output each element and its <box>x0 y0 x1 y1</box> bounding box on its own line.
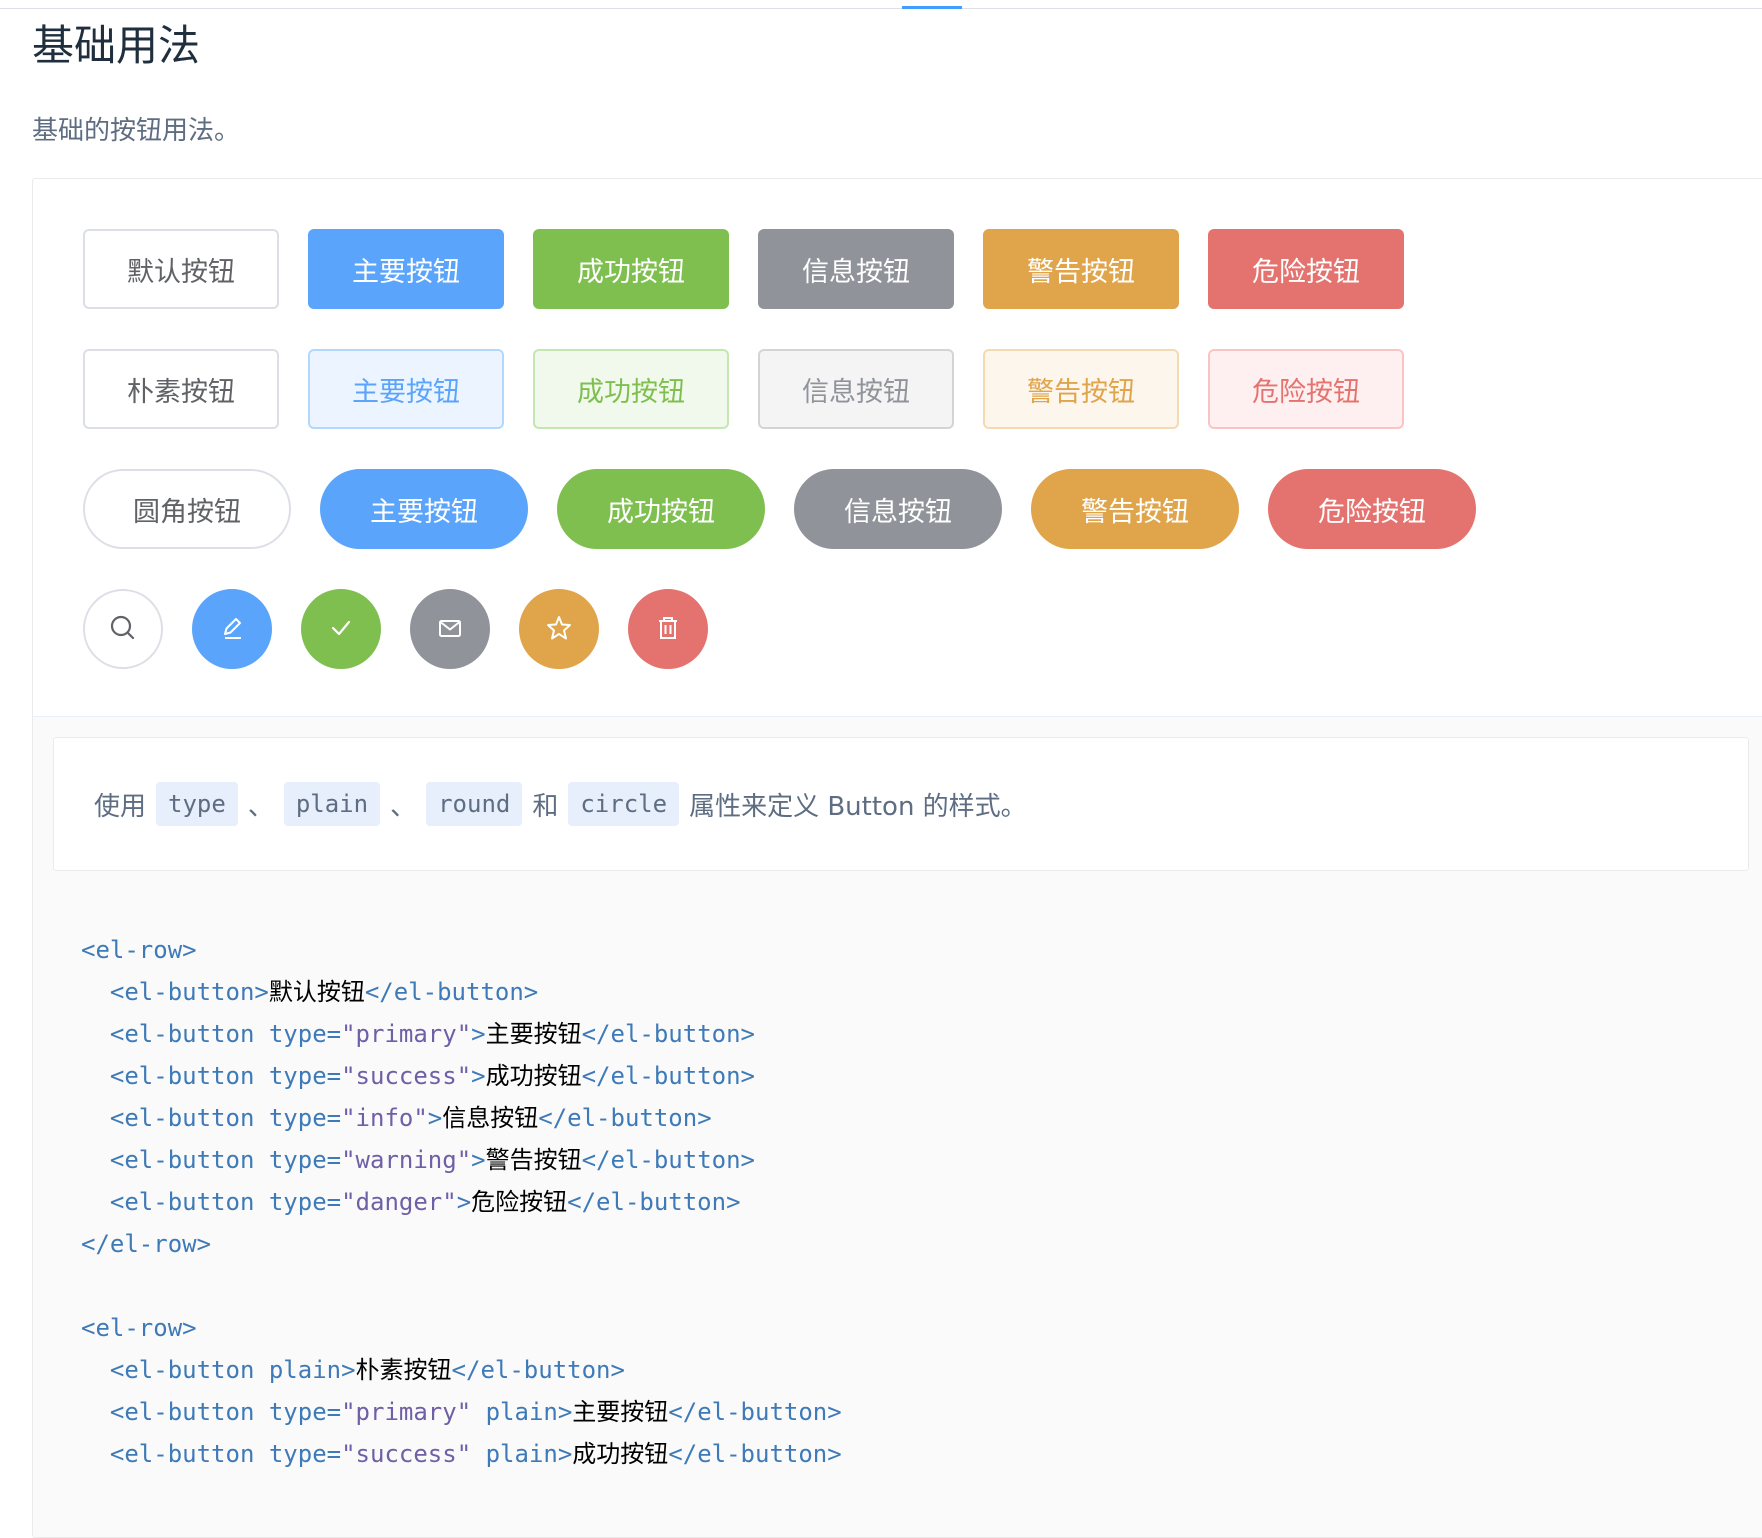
code-line: <el-button type="info">信息按钮</el-button> <box>109 1104 712 1132</box>
round-danger-button[interactable]: 危险按钮 <box>1268 469 1476 549</box>
check-icon <box>326 613 356 646</box>
round-primary-button[interactable]: 主要按钮 <box>320 469 528 549</box>
circle-search-button[interactable] <box>83 589 163 669</box>
button-row-round: 圆角按钮 主要按钮 成功按钮 信息按钮 警告按钮 危险按钮 <box>83 469 1505 549</box>
plain-info-button[interactable]: 信息按钮 <box>758 349 954 429</box>
circle-star-button[interactable] <box>519 589 599 669</box>
code-line: <el-button plain>朴素按钮</el-button> <box>109 1356 625 1384</box>
desc-prefix: 使用 <box>94 791 147 822</box>
circle-check-button[interactable] <box>301 589 381 669</box>
round-info-button[interactable]: 信息按钮 <box>794 469 1002 549</box>
code-line: <el-row> <box>81 1314 197 1342</box>
code-line: <el-button type="success">成功按钮</el-butto… <box>109 1062 755 1090</box>
section-title: 基础用法 <box>32 21 201 70</box>
star-icon <box>544 613 574 646</box>
code-type: type <box>156 782 238 826</box>
plain-warning-button[interactable]: 警告按钮 <box>983 349 1179 429</box>
button-row-circle <box>83 589 737 669</box>
code-block: <el-row> <el-button>默认按钮</el-button> <el… <box>81 929 842 1475</box>
code-line: <el-button>默认按钮</el-button> <box>109 978 539 1006</box>
circle-message-button[interactable] <box>410 589 490 669</box>
active-tab-indicator <box>902 6 962 9</box>
plain-primary-button[interactable]: 主要按钮 <box>308 349 504 429</box>
separator: 、 <box>390 791 417 822</box>
button-row-plain: 朴素按钮 主要按钮 成功按钮 信息按钮 警告按钮 危险按钮 <box>83 349 1433 429</box>
demo-source: 默认按钮 主要按钮 成功按钮 信息按钮 警告按钮 危险按钮 朴素按钮 主要按钮 … <box>33 179 1762 716</box>
circle-edit-button[interactable] <box>192 589 272 669</box>
primary-button[interactable]: 主要按钮 <box>308 229 504 309</box>
plain-default-button[interactable]: 朴素按钮 <box>83 349 279 429</box>
code-line: </el-row> <box>81 1230 212 1258</box>
danger-button[interactable]: 危险按钮 <box>1208 229 1404 309</box>
code-line: <el-button type="warning">警告按钮</el-butto… <box>109 1146 755 1174</box>
code-circle: circle <box>568 782 680 826</box>
code-line: <el-row> <box>81 936 197 964</box>
code-line: <el-button type="danger">危险按钮</el-button… <box>109 1188 741 1216</box>
button-row-default: 默认按钮 主要按钮 成功按钮 信息按钮 警告按钮 危险按钮 <box>83 229 1433 309</box>
code-line: <el-button type="primary">主要按钮</el-butto… <box>109 1020 755 1048</box>
code-round: round <box>426 782 523 826</box>
delete-icon <box>653 613 683 646</box>
plain-danger-button[interactable]: 危险按钮 <box>1208 349 1404 429</box>
separator: 、 <box>247 791 274 822</box>
plain-success-button[interactable]: 成功按钮 <box>533 349 729 429</box>
round-success-button[interactable]: 成功按钮 <box>557 469 765 549</box>
edit-icon <box>217 613 247 646</box>
top-divider <box>0 8 1762 9</box>
message-icon <box>435 613 465 646</box>
code-plain: plain <box>283 782 381 826</box>
success-button[interactable]: 成功按钮 <box>533 229 729 309</box>
demo-meta: 使用 type 、 plain 、 round 和 circle 属性来定义 B… <box>33 716 1762 1537</box>
search-icon <box>108 613 138 646</box>
round-warning-button[interactable]: 警告按钮 <box>1031 469 1239 549</box>
and-text: 和 <box>532 791 559 822</box>
section-description: 基础的按钮用法。 <box>32 116 241 146</box>
demo-description: 使用 type 、 plain 、 round 和 circle 属性来定义 B… <box>53 737 1749 871</box>
warning-button[interactable]: 警告按钮 <box>983 229 1179 309</box>
default-button[interactable]: 默认按钮 <box>83 229 279 309</box>
code-line: <el-button type="success" plain>成功按钮</el… <box>109 1440 842 1468</box>
code-line: <el-button type="primary" plain>主要按钮</el… <box>109 1398 842 1426</box>
circle-delete-button[interactable] <box>628 589 708 669</box>
round-default-button[interactable]: 圆角按钮 <box>83 469 291 549</box>
demo-block: 默认按钮 主要按钮 成功按钮 信息按钮 警告按钮 危险按钮 朴素按钮 主要按钮 … <box>32 178 1762 1538</box>
info-button[interactable]: 信息按钮 <box>758 229 954 309</box>
desc-suffix: 属性来定义 Button 的样式。 <box>689 791 1027 822</box>
